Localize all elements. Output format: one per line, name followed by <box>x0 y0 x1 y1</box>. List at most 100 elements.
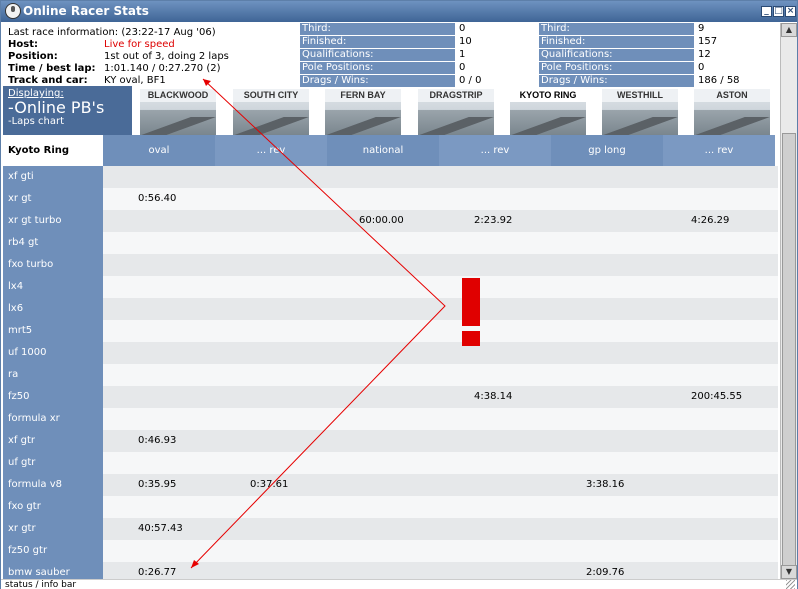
stat-value: 10 <box>459 36 472 47</box>
stat-value: 12 <box>698 49 711 60</box>
displaying-title: -Online PB's <box>8 98 105 117</box>
column-header[interactable]: ... rev <box>215 135 327 166</box>
column-header[interactable]: oval <box>103 135 215 166</box>
stat-value: 0 <box>459 62 466 73</box>
stat-value: 9 <box>698 23 705 34</box>
row-car-label: uf 1000 <box>3 342 103 364</box>
track-value: KY oval, BF1 <box>104 75 166 86</box>
scroll-thumb[interactable] <box>782 133 796 569</box>
table-corner-track: Kyoto Ring <box>3 135 103 166</box>
stat-value: 1 <box>459 49 466 60</box>
track-tab-blackwood[interactable]: BLACKWOOD <box>140 89 216 135</box>
table-row: uf 1000 <box>3 342 778 364</box>
time-label: Time / best lap: <box>8 63 96 74</box>
maximize-button[interactable]: □ <box>773 6 784 17</box>
helmet-icon <box>5 3 21 19</box>
track-tab-fern-bay[interactable]: FERN BAY <box>325 89 401 135</box>
row-car-label: uf gtr <box>3 452 103 474</box>
scroll-down-icon[interactable]: ▼ <box>781 565 797 579</box>
row-cells <box>103 320 778 342</box>
stat-row: Third: 9 <box>539 23 779 36</box>
track-tab-label: SOUTH CITY <box>233 89 309 102</box>
lap-time-cell: 2:09.76 <box>586 567 625 578</box>
table-row: ra <box>3 364 778 386</box>
lap-time-cell: 60:00.00 <box>359 215 404 226</box>
track-selector: Displaying: -Online PB's -Laps chart BLA… <box>1 86 780 135</box>
scroll-up-icon[interactable]: ▲ <box>781 23 797 37</box>
row-cells: 0:56.40 <box>103 188 778 210</box>
track-thumbnail <box>233 117 309 135</box>
stat-row: Finished: 10 <box>300 36 535 49</box>
table-row: xf gtr 0:46.93 <box>3 430 778 452</box>
row-cells <box>103 496 778 518</box>
stat-label: Finished: <box>539 36 694 48</box>
column-header[interactable]: gp long <box>551 135 663 166</box>
track-tab-westhill[interactable]: WESTHILL <box>602 89 678 135</box>
lap-time-cell: 4:38.14 <box>474 391 513 402</box>
lap-time-cell: 3:38.16 <box>586 479 625 490</box>
lap-time-cell: 0:35.95 <box>138 479 177 490</box>
table-row: lx6 <box>3 298 778 320</box>
track-thumbnail <box>694 117 770 135</box>
row-cells <box>103 166 778 188</box>
column-header[interactable]: ... rev <box>663 135 775 166</box>
resize-grip-icon[interactable] <box>786 580 795 589</box>
row-cells <box>103 452 778 474</box>
row-cells <box>103 342 778 364</box>
vertical-scrollbar[interactable]: ▲ ▼ <box>780 23 797 579</box>
track-tab-south-city[interactable]: SOUTH CITY <box>233 89 309 135</box>
row-car-label: xr gt <box>3 188 103 210</box>
laps-table: Kyoto Ring oval... rev national... rev gp … <box>3 135 778 579</box>
position-row: Position: 1st out of 3, doing 2 laps <box>8 51 229 62</box>
column-header[interactable]: ... rev <box>439 135 551 166</box>
close-button[interactable]: × <box>785 6 796 17</box>
track-tab-kyoto-ring[interactable]: KYOTO RING <box>510 89 586 135</box>
lap-time-cell: 0:56.40 <box>138 193 177 204</box>
row-cells: 40:57.43 <box>103 518 778 540</box>
table-row: formula xr <box>3 408 778 430</box>
stat-label: Third: <box>539 23 694 35</box>
row-cells <box>103 364 778 386</box>
track-tab-label: FERN BAY <box>325 89 401 102</box>
status-bar: status / info bar <box>1 579 797 589</box>
minimize-button[interactable]: _ <box>761 6 772 17</box>
table-header: Kyoto Ring oval... rev national... rev gp … <box>3 135 778 166</box>
lap-time-cell: 40:57.43 <box>138 523 183 534</box>
track-tab-label: WESTHILL <box>602 89 678 102</box>
row-cells <box>103 408 778 430</box>
host-value: Live for speed <box>104 39 175 50</box>
displaying-panel[interactable]: Displaying: -Online PB's -Laps chart <box>3 86 132 135</box>
row-cells: 0:26.77 2:09.76 <box>103 562 778 579</box>
row-cells: 0:46.93 <box>103 430 778 452</box>
track-tab-dragstrip[interactable]: DRAGSTRIP <box>418 89 494 135</box>
table-row: xr gt turbo 60:00.00 2:23.92 4:26.29 <box>3 210 778 232</box>
status-text: status / info bar <box>5 580 77 589</box>
displaying-subtitle: -Laps chart <box>8 116 65 127</box>
last-race-info: Last race information: (23:22-17 Aug '06… <box>8 27 216 38</box>
position-value: 1st out of 3, doing 2 laps <box>104 51 229 62</box>
table-row: fz50 gtr <box>3 540 778 562</box>
stat-row: Finished: 157 <box>539 36 779 49</box>
stats-total: Third: 9 Finished: 157 Qualifications: 12 P… <box>539 23 779 88</box>
track-tab-label: DRAGSTRIP <box>418 89 494 102</box>
track-thumbnail <box>140 117 216 135</box>
row-car-label: fz50 gtr <box>3 540 103 562</box>
stat-label: Third: <box>300 23 455 35</box>
title-bar[interactable]: Online Racer Stats _ □ × <box>1 1 797 22</box>
lap-time-cell: 4:26.29 <box>691 215 730 226</box>
track-tab-label: ASTON <box>694 89 770 102</box>
track-label: Track and car: <box>8 75 88 86</box>
track-tab-aston[interactable]: ASTON <box>694 89 770 135</box>
table-row: rb4 gt <box>3 232 778 254</box>
row-cells: 0:35.95 0:37.61 3:38.16 <box>103 474 778 496</box>
stat-label: Pole Positions: <box>300 62 455 74</box>
row-car-label: bmw sauber <box>3 562 103 579</box>
table-row: lx4 <box>3 276 778 298</box>
table-row: formula v8 0:35.95 0:37.61 3:38.16 <box>3 474 778 496</box>
table-row: uf gtr <box>3 452 778 474</box>
stat-value: 0 <box>698 62 705 73</box>
row-car-label: lx6 <box>3 298 103 320</box>
stat-label: Qualifications: <box>300 49 455 61</box>
column-header[interactable]: national <box>327 135 439 166</box>
row-car-label: xr gt turbo <box>3 210 103 232</box>
